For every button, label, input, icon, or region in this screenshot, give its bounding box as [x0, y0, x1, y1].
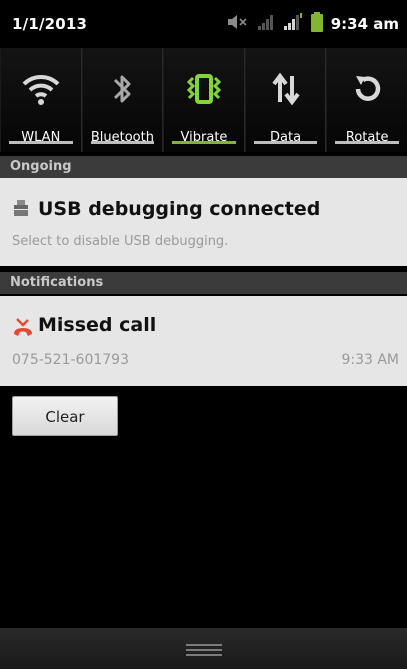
battery-icon: [310, 12, 323, 36]
toggle-indicator-wlan: [9, 141, 73, 144]
toggle-rotate[interactable]: Rotate: [326, 48, 407, 152]
toggle-indicator-bluetooth: [90, 141, 155, 144]
ongoing-header: Ongoing: [0, 156, 407, 178]
notifications-header: Notifications: [0, 272, 407, 294]
toggle-vibrate[interactable]: Vibrate: [163, 48, 245, 152]
grip-line: [186, 644, 222, 646]
muted-speaker-icon: [227, 14, 249, 34]
missed-call-time: 9:33 AM: [341, 352, 399, 368]
signal-strong-icon: [283, 13, 303, 35]
usb-debugging-subtitle: Select to disable USB debugging.: [12, 234, 229, 249]
usb-debugging-title: USB debugging connected: [38, 198, 321, 220]
missed-call-number: 075-521-601793: [12, 352, 129, 368]
usb-debugging-notification[interactable]: USB debugging connected Select to disabl…: [0, 178, 407, 266]
missed-call-title: Missed call: [38, 314, 157, 336]
toggle-indicator-vibrate: [172, 141, 236, 144]
missed-call-notification[interactable]: Missed call 075-521-601793 9:33 AM: [0, 296, 407, 386]
toggle-wlan[interactable]: WLAN: [0, 48, 82, 152]
usb-icon: [12, 200, 30, 222]
bluetooth-icon: [101, 68, 143, 110]
drag-handle[interactable]: [0, 628, 407, 669]
clear-button[interactable]: Clear: [12, 396, 118, 436]
grip-line: [186, 649, 222, 651]
signal-weak-icon: [257, 13, 275, 35]
status-date: 1/1/2013: [12, 15, 88, 33]
toggle-indicator-data: [253, 141, 318, 144]
status-icons: 9:34 am: [219, 12, 399, 36]
grip-line: [186, 654, 222, 656]
status-bar: 1/1/2013 9:34 am: [0, 0, 407, 48]
missed-call-icon: [12, 316, 34, 342]
rotate-icon: [346, 68, 388, 110]
vibrate-icon: [183, 68, 225, 110]
status-time: 9:34 am: [330, 15, 399, 33]
quick-settings-row: WLAN Bluetooth Vibrate Data Rotate: [0, 48, 407, 152]
wifi-icon: [20, 68, 62, 110]
data-icon: [265, 68, 307, 110]
toggle-indicator-rotate: [335, 141, 399, 144]
toggle-bluetooth[interactable]: Bluetooth: [81, 48, 164, 152]
toggle-data[interactable]: Data: [244, 48, 327, 152]
